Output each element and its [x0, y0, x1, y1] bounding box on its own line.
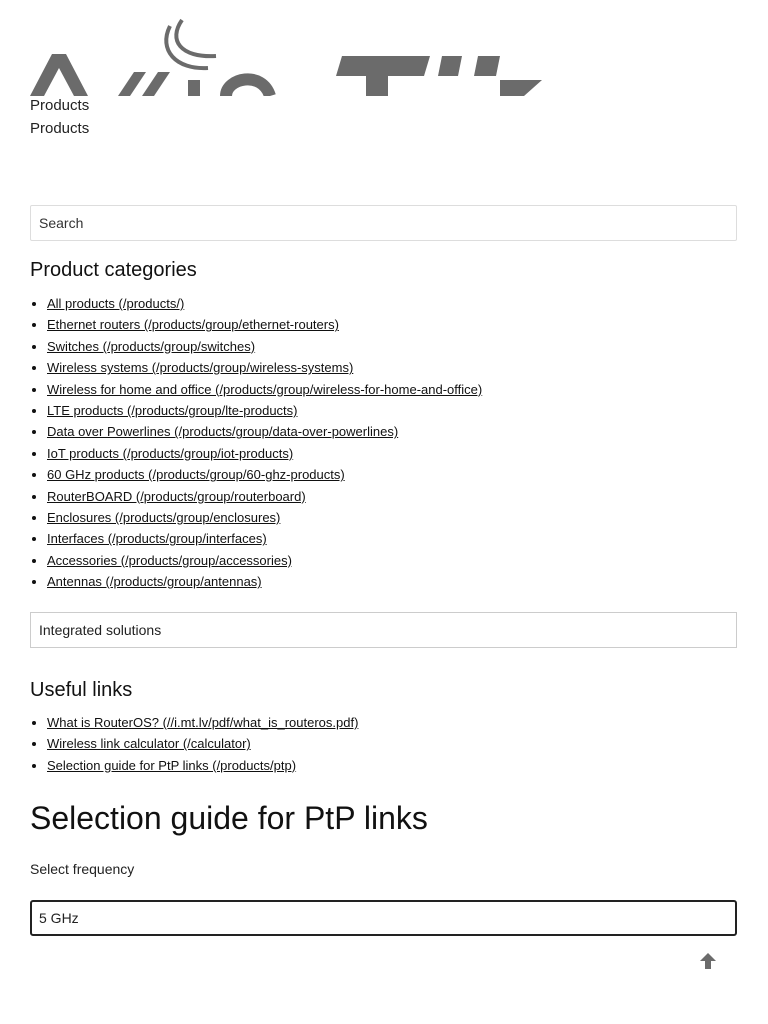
frequency-label: Select frequency [30, 861, 135, 877]
arrow-up-icon[interactable] [698, 951, 718, 971]
integrated-solutions-button[interactable]: Integrated solutions [30, 612, 737, 648]
category-link-iot-products[interactable]: IoT products (/products/group/iot-produc… [47, 446, 293, 461]
category-link-wireless-systems[interactable]: Wireless systems (/products/group/wirele… [47, 360, 353, 375]
list-item: What is RouterOS? (//i.mt.lv/pdf/what_is… [47, 712, 358, 733]
list-item: 60 GHz products (/products/group/60-ghz-… [47, 464, 482, 485]
category-link-data-over-powerlines[interactable]: Data over Powerlines (/products/group/da… [47, 424, 398, 439]
list-item: IoT products (/products/group/iot-produc… [47, 443, 482, 464]
category-link-60-ghz-products[interactable]: 60 GHz products (/products/group/60-ghz-… [47, 467, 345, 482]
category-link-lte-products[interactable]: LTE products (/products/group/lte-produc… [47, 403, 298, 418]
list-item: LTE products (/products/group/lte-produc… [47, 400, 482, 421]
category-link-interfaces[interactable]: Interfaces (/products/group/interfaces) [47, 531, 267, 546]
category-link-enclosures[interactable]: Enclosures (/products/group/enclosures) [47, 510, 280, 525]
category-link-routerboard[interactable]: RouterBOARD (/products/group/routerboard… [47, 489, 306, 504]
products-label: Products [30, 120, 90, 137]
list-item: Antennas (/products/group/antennas) [47, 571, 482, 592]
list-item: Interfaces (/products/group/interfaces) [47, 528, 482, 549]
category-link-all-products[interactable]: All products (/products/) [47, 296, 184, 311]
category-link-antennas[interactable]: Antennas (/products/group/antennas) [47, 574, 262, 589]
list-item: Wireless for home and office (/products/… [47, 379, 482, 400]
frequency-select[interactable]: 5 GHz [30, 900, 737, 936]
useful-links-heading: Useful links [30, 679, 133, 701]
list-item: Wireless link calculator (/calculator) [47, 733, 358, 754]
list-item: Selection guide for PtP links (/products… [47, 755, 358, 776]
page: Products Products Product categories All… [0, 0, 768, 1024]
product-categories-heading: Product categories [30, 259, 197, 281]
page-title: Selection guide for PtP links [30, 800, 428, 836]
useful-link-wireless-calculator[interactable]: Wireless link calculator (/calculator) [47, 736, 251, 751]
useful-link-ptp-selection-guide[interactable]: Selection guide for PtP links (/products… [47, 758, 296, 773]
category-link-wireless-home-office[interactable]: Wireless for home and office (/products/… [47, 382, 482, 397]
list-item: Data over Powerlines (/products/group/da… [47, 421, 482, 442]
list-item: Switches (/products/group/switches) [47, 336, 482, 357]
useful-link-what-is-routeros[interactable]: What is RouterOS? (//i.mt.lv/pdf/what_is… [47, 715, 358, 730]
category-link-accessories[interactable]: Accessories (/products/group/accessories… [47, 553, 292, 568]
category-link-ethernet-routers[interactable]: Ethernet routers (/products/group/ethern… [47, 317, 339, 332]
list-item: Accessories (/products/group/accessories… [47, 550, 482, 571]
list-item: Enclosures (/products/group/enclosures) [47, 507, 482, 528]
list-item: All products (/products/) [47, 293, 482, 314]
mikrotik-logo[interactable] [30, 14, 550, 96]
products-label: Products [30, 97, 90, 114]
product-categories-list: All products (/products/) Ethernet route… [30, 293, 482, 593]
list-item: Ethernet routers (/products/group/ethern… [47, 314, 482, 335]
search-input[interactable] [30, 205, 737, 241]
category-link-switches[interactable]: Switches (/products/group/switches) [47, 339, 255, 354]
list-item: RouterBOARD (/products/group/routerboard… [47, 486, 482, 507]
list-item: Wireless systems (/products/group/wirele… [47, 357, 482, 378]
useful-links-list: What is RouterOS? (//i.mt.lv/pdf/what_is… [30, 712, 358, 776]
